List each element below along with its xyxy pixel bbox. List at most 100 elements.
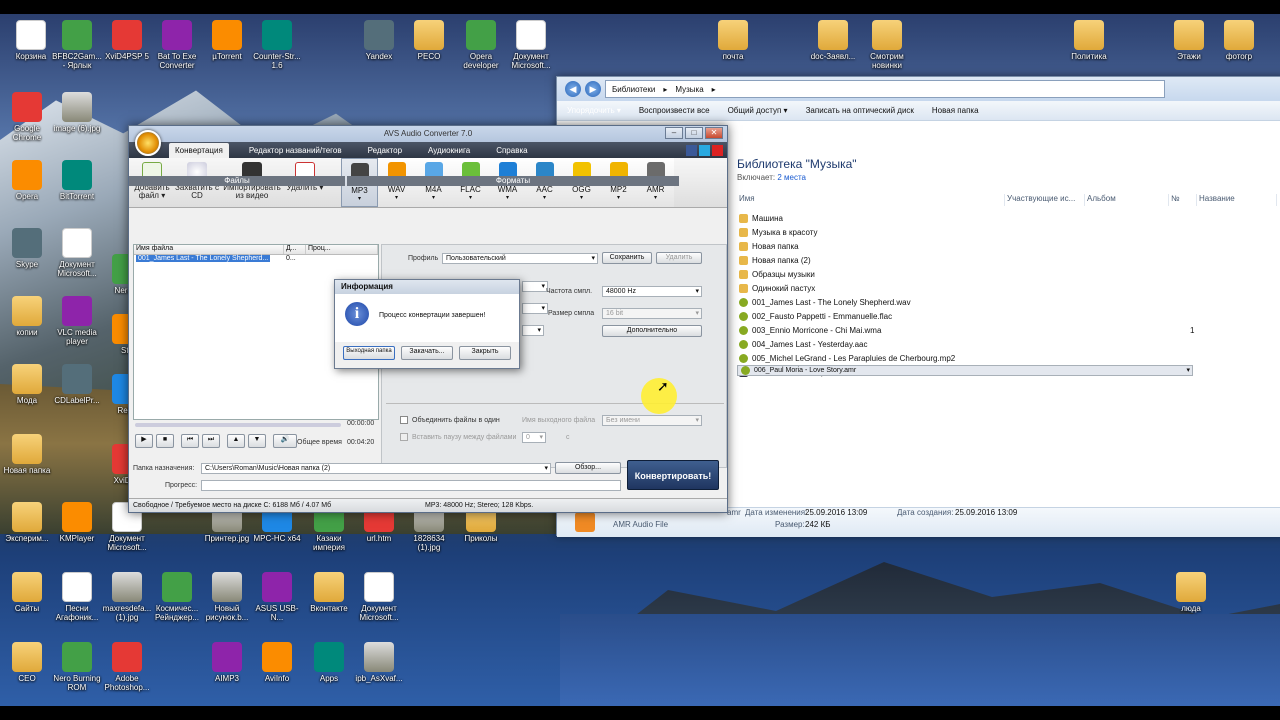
desktop-icon-etazhi[interactable]: Этажи [1162,20,1216,61]
list-item[interactable]: 006_Paul Moria - Love Story.amr [737,365,1193,376]
desktop-icon-moda[interactable]: Мода [0,364,54,405]
desktop-icon-bfbc[interactable]: BFBC2Gam... - Ярлык [50,20,104,70]
dialog-title[interactable]: Информация [335,280,519,294]
desktop-icon-maxres[interactable]: maxresdefa... (1).jpg [100,572,154,622]
list-item[interactable]: 004_James Last - Yesterday.aac [737,337,1280,351]
chevron-down-icon[interactable]: ▾ [489,194,526,201]
breadcrumb-item[interactable]: Библиотеки [612,85,655,94]
chevron-down-icon[interactable]: ▾ [600,194,637,201]
desktop-icon-novyi_ris[interactable]: Новый рисунок.b... [200,572,254,622]
desktop-icon-xvid[interactable]: XviD4PSP 5 [100,20,154,61]
sample-size-select[interactable]: 16 bit [602,308,702,319]
chevron-down-icon[interactable]: ▾ [452,194,489,201]
desktop-icon-pesni[interactable]: Песни Агафоник... [50,572,104,622]
desktop-icon-aimp[interactable]: AIMP3 [200,642,254,683]
breadcrumb-item[interactable]: Музыка [675,85,703,94]
next-icon[interactable]: ⏭ [202,434,220,448]
chevron-down-icon[interactable]: ▾ [415,194,452,201]
convert-button[interactable]: Конвертировать! [627,460,719,490]
toolbar-organize[interactable]: Упорядочить ▾ [567,106,621,115]
col-progress[interactable]: Проц... [306,245,378,254]
twitter-icon[interactable] [699,145,710,156]
desktop-icon-eksperim[interactable]: Эксперим... [0,502,54,543]
toolbar-share[interactable]: Общий доступ ▾ [728,106,788,115]
merge-checkbox[interactable] [400,416,408,424]
delete-profile-button[interactable]: Удалить [656,252,702,264]
desktop-icon-nero_rom[interactable]: Nero Burning ROM [50,642,104,692]
list-item[interactable]: Образцы музыки [737,267,1280,281]
list-item[interactable]: Одинокий пастух [737,281,1280,295]
stop-icon[interactable]: ■ [156,434,174,448]
desktop-icon-smotrim[interactable]: Смотрим новинки [860,20,914,70]
desktop-icon-vkontakte[interactable]: Вконтакте [302,572,356,613]
destination-input[interactable]: C:\Users\Roman\Music\Новая папка (2) [201,463,551,474]
desktop-icon-chrome[interactable]: Google Chrome [0,92,54,142]
forward-icon[interactable]: ▶ [585,81,601,97]
desktop-icon-saity[interactable]: Сайты [0,572,54,613]
list-item[interactable]: 002_Fausto Pappetti - Emmanuelle.flac [737,309,1280,323]
bitrate-select[interactable] [522,303,548,314]
tab-audiobook[interactable]: Аудиокнига [422,143,476,158]
move-down-icon[interactable]: ▼ [248,434,266,448]
tab-help[interactable]: Справка [490,143,533,158]
output-folder-button[interactable]: Выходная папка [343,346,395,360]
advanced-button[interactable]: Дополнительно [602,325,702,337]
desktop-icon-peco[interactable]: PECO [402,20,456,61]
profile-select[interactable]: Пользовательский [442,253,598,264]
desktop-icon-doc1[interactable]: Документ Microsoft... [504,20,558,70]
desktop-icon-doc2[interactable]: Документ Microsoft... [50,228,104,278]
facebook-icon[interactable] [686,145,697,156]
youtube-icon[interactable] [712,145,723,156]
toolbar-new-folder[interactable]: Новая папка [932,106,979,115]
desktop-icon-ipb[interactable]: ipb_AsXvaf... [352,642,406,683]
seek-slider[interactable] [135,423,341,427]
list-item[interactable]: 001_James Last - The Lonely Shepherd.wav [737,295,1280,309]
desktop-icon-photoshop[interactable]: Adobe Photoshop... [100,642,154,692]
file-row[interactable]: 001_James Last - The Lonely Shepherd... … [134,255,378,265]
desktop-icon-bat[interactable]: Bat To Exe Converter [150,20,204,70]
desktop-icon-skype[interactable]: Skype [0,228,54,269]
tab-editor[interactable]: Редактор [362,143,408,158]
includes-link[interactable]: 2 места [777,173,806,182]
sample-rate-select[interactable]: 48000 Hz [602,286,702,297]
column-number[interactable]: № [1169,194,1197,206]
back-icon[interactable]: ◀ [565,81,581,97]
close-dialog-button[interactable]: Закрыть [459,346,511,360]
list-item[interactable]: 005_Michel LeGrand - Les Parapluies de C… [737,351,1280,365]
channels-select[interactable] [522,281,548,292]
desktop-icon-cdlabel[interactable]: CDLabelPr... [50,364,104,405]
toolbar-play-all[interactable]: Воспроизвести все [639,106,710,115]
list-item[interactable]: Новая папка (2) [737,253,1280,267]
desktop-icon-kmplayer[interactable]: KMPlayer [50,502,104,543]
move-up-icon[interactable]: ▲ [227,434,245,448]
list-item[interactable]: Машина [737,211,1280,225]
desktop-icon-opera[interactable]: Opera [0,160,54,201]
column-artists[interactable]: Участвующие ис... [1005,194,1085,206]
prev-icon[interactable]: ⏮ [181,434,199,448]
desktop-icon-kopii[interactable]: копии [0,296,54,337]
desktop-icon-vlc[interactable]: VLC media player [50,296,104,346]
tab-conversion[interactable]: Конвертация [169,143,229,158]
desktop-icon-utorrent[interactable]: µTorrent [200,20,254,61]
col-duration[interactable]: Д... [284,245,306,254]
volume-icon[interactable]: 🔊 [273,434,297,448]
toolbar-burn[interactable]: Записать на оптический диск [806,106,914,115]
chevron-down-icon[interactable]: ▾ [378,194,415,201]
desktop-icon-yandex[interactable]: Yandex [352,20,406,61]
chevron-down-icon[interactable]: ▾ [563,194,600,201]
desktop-icon-doc_zayav[interactable]: doc-Заявл... [806,20,860,61]
close-button[interactable]: ✕ [705,127,723,139]
maximize-button[interactable]: □ [685,127,703,139]
avs-titlebar[interactable]: AVS Audio Converter 7.0 – □ ✕ [129,126,727,142]
tab-tag-editor[interactable]: Редактор названий/тегов [243,143,348,158]
column-name[interactable]: Имя [737,194,1005,206]
desktop-icon-cs[interactable]: Counter-Str... 1.6 [250,20,304,70]
chevron-down-icon[interactable]: ▾ [526,194,563,201]
desktop-icon-asus[interactable]: ASUS USB-N... [250,572,304,622]
column-title[interactable]: Название [1197,194,1277,206]
browse-button[interactable]: Обзор... [555,462,621,474]
minimize-button[interactable]: – [665,127,683,139]
upload-button[interactable]: Закачать... [401,346,453,360]
output-name-input[interactable]: Без имени [602,415,702,426]
desktop-icon-image6[interactable]: image (6).jpg [50,92,104,133]
